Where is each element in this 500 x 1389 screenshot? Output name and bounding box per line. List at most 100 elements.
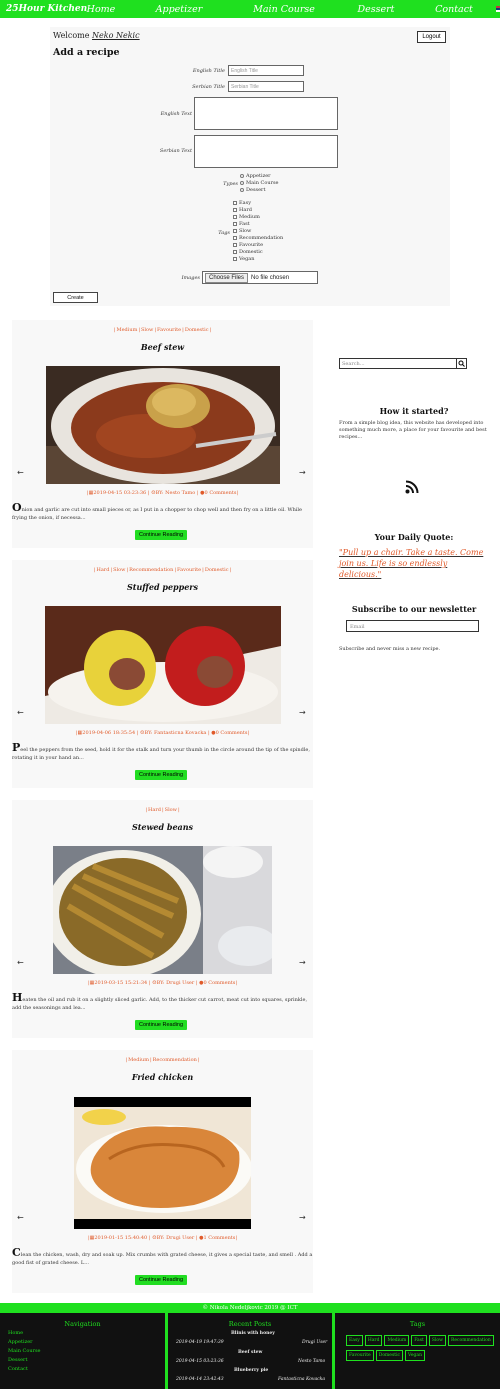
continue-reading-button[interactable]: Continue Reading xyxy=(135,530,187,540)
post-image-beef-stew[interactable] xyxy=(46,366,280,484)
prev-arrow-icon[interactable]: ← xyxy=(17,708,24,717)
tag-hard-checkbox[interactable]: Hard xyxy=(233,207,252,213)
post-tag[interactable]: Recommendation xyxy=(129,567,173,573)
search-input[interactable]: Search... xyxy=(339,358,457,369)
continue-reading-button[interactable]: Continue Reading xyxy=(135,770,187,780)
footer-tag[interactable]: Recommendation xyxy=(447,1335,494,1346)
type-dessert-radio[interactable]: Dessert xyxy=(240,187,265,193)
create-button[interactable]: Create xyxy=(53,292,98,303)
post-tag[interactable]: Domestic xyxy=(205,567,229,573)
post-comments[interactable]: 1 Comments xyxy=(204,1235,236,1241)
footer-tags-title: Tags xyxy=(409,1320,426,1328)
footer-recent-posts: Recent Posts Blinis with honey 2019-04-1… xyxy=(168,1313,332,1389)
post-tag[interactable]: Favourite xyxy=(157,327,181,333)
footer-tag[interactable]: Fast xyxy=(411,1335,427,1346)
post-tag[interactable]: Hard xyxy=(96,567,109,573)
tag-fast-checkbox[interactable]: Fast xyxy=(233,221,250,227)
post-title[interactable]: Stuffed peppers xyxy=(12,582,313,592)
post-image-fried-chicken[interactable] xyxy=(74,1097,251,1229)
recent-post-title[interactable]: Beef stew xyxy=(238,1350,262,1355)
post-author[interactable]: BY: Drugi User xyxy=(157,980,195,986)
newsletter-email-input[interactable]: Email xyxy=(346,620,479,632)
post-image-stuffed-peppers[interactable] xyxy=(45,606,281,724)
post-image-stewed-beans[interactable] xyxy=(53,846,272,974)
nav-main-course[interactable]: Main Course xyxy=(228,4,340,15)
post-author[interactable]: BY: Fantasticna Kovacka xyxy=(145,730,207,736)
site-logo[interactable]: 25Hour Kitchen xyxy=(6,4,87,14)
rss-icon[interactable] xyxy=(405,480,419,496)
search-button[interactable] xyxy=(456,358,467,369)
nav-dessert[interactable]: Dessert xyxy=(340,4,412,15)
next-arrow-icon[interactable]: → xyxy=(299,468,306,477)
footer-nav-appetizer[interactable]: Appetizer xyxy=(8,1339,33,1345)
english-text-label: English Text xyxy=(160,111,192,117)
footer-tag-list: Easy Hard Medium Fast Slow Recommendation Favo… xyxy=(345,1333,495,1363)
footer-nav-main-course[interactable]: Main Course xyxy=(8,1348,40,1354)
recent-post-date: 2019-04-14 23:42:43 xyxy=(176,1377,224,1382)
footer-nav-contact[interactable]: Contact xyxy=(8,1366,28,1372)
post-tag[interactable]: Slow xyxy=(165,807,177,813)
recent-post-title[interactable]: Blueberry pie xyxy=(234,1368,268,1373)
tag-easy-checkbox[interactable]: Easy xyxy=(233,200,251,206)
tag-recommendation-checkbox[interactable]: Recommendation xyxy=(233,235,283,241)
tag-medium-checkbox[interactable]: Medium xyxy=(233,214,260,220)
tag-favourite-checkbox[interactable]: Favourite xyxy=(233,242,263,248)
post-title[interactable]: Stewed beans xyxy=(12,822,313,832)
recent-post-date: 2019-04-15 03:23:36 xyxy=(176,1359,224,1364)
post-tag[interactable]: Favourite xyxy=(177,567,201,573)
tag-domestic-checkbox[interactable]: Domestic xyxy=(233,249,263,255)
post-tag[interactable]: Domestic xyxy=(185,327,209,333)
post-author[interactable]: BY: Nesto Tamo xyxy=(156,490,196,496)
serbian-text-area[interactable] xyxy=(194,135,338,168)
post-comments[interactable]: 0 Comments xyxy=(205,490,237,496)
post-tag[interactable]: Slow xyxy=(113,567,125,573)
tag-vegan-checkbox[interactable]: Vegan xyxy=(233,256,255,262)
footer-nav-dessert[interactable]: Dessert xyxy=(8,1357,27,1363)
choose-files-button[interactable]: Choose Files xyxy=(205,272,249,283)
footer-tag[interactable]: Slow xyxy=(428,1335,446,1346)
post-tag[interactable]: Slow xyxy=(141,327,153,333)
post-tag[interactable]: Medium xyxy=(116,327,137,333)
recent-post-author: Drugi User xyxy=(302,1340,328,1345)
continue-reading-button[interactable]: Continue Reading xyxy=(135,1020,187,1030)
post-author[interactable]: BY: Drugi User xyxy=(157,1235,195,1241)
english-title-input[interactable]: English Title xyxy=(228,65,304,76)
prev-arrow-icon[interactable]: ← xyxy=(17,1213,24,1222)
continue-reading-button[interactable]: Continue Reading xyxy=(135,1275,187,1285)
username-link[interactable]: Neko Nekic xyxy=(92,31,140,40)
next-arrow-icon[interactable]: → xyxy=(299,958,306,967)
post-tag[interactable]: Medium xyxy=(128,1057,149,1063)
footer-tag[interactable]: Vegan xyxy=(405,1350,426,1361)
recent-post-title[interactable]: Blinis with honey xyxy=(231,1331,275,1336)
type-main-course-radio[interactable]: Main Course xyxy=(240,180,278,186)
serbian-title-input[interactable]: Serbian Title xyxy=(228,81,304,92)
recent-post-author: Nesto Tamo xyxy=(298,1359,326,1364)
prev-arrow-icon[interactable]: ← xyxy=(17,958,24,967)
english-text-area[interactable] xyxy=(194,97,338,130)
prev-arrow-icon[interactable]: ← xyxy=(17,468,24,477)
logout-button[interactable]: Logout xyxy=(417,31,446,43)
post-title[interactable]: Beef stew xyxy=(12,342,313,352)
post-meta: |▦2019-04-06 18:35:54 | ☺BY: Fantasticna… xyxy=(75,730,250,736)
next-arrow-icon[interactable]: → xyxy=(299,1213,306,1222)
nav-appetizer[interactable]: Appetizer xyxy=(130,4,228,15)
nav-contact[interactable]: Contact xyxy=(412,4,496,15)
footer-nav-home[interactable]: Home xyxy=(8,1330,23,1336)
footer-tag[interactable]: Domestic xyxy=(375,1350,404,1361)
footer-tag[interactable]: Hard xyxy=(364,1335,383,1346)
serbian-flag-icon[interactable] xyxy=(496,6,500,12)
nav-home[interactable]: Home xyxy=(72,4,130,15)
footer-tag[interactable]: Medium xyxy=(384,1335,410,1346)
footer-tag[interactable]: Easy xyxy=(346,1335,363,1346)
tag-slow-checkbox[interactable]: Slow xyxy=(233,228,251,234)
post-title[interactable]: Fried chicken xyxy=(12,1072,313,1082)
type-appetizer-radio[interactable]: Appetizer xyxy=(240,173,271,179)
post-comments[interactable]: 0 Comments xyxy=(204,980,236,986)
post-tag[interactable]: Hard xyxy=(148,807,161,813)
post-comments[interactable]: 0 Comments xyxy=(216,730,248,736)
file-picker[interactable]: Choose Files No file chosen xyxy=(202,271,318,284)
next-arrow-icon[interactable]: → xyxy=(299,708,306,717)
footer-tag[interactable]: Favourite xyxy=(346,1350,374,1361)
post-tag[interactable]: Recommendation xyxy=(153,1057,197,1063)
post-meta: |▦2019-04-15 03:23:36 | ☺BY: Nesto Tamo … xyxy=(86,490,239,496)
